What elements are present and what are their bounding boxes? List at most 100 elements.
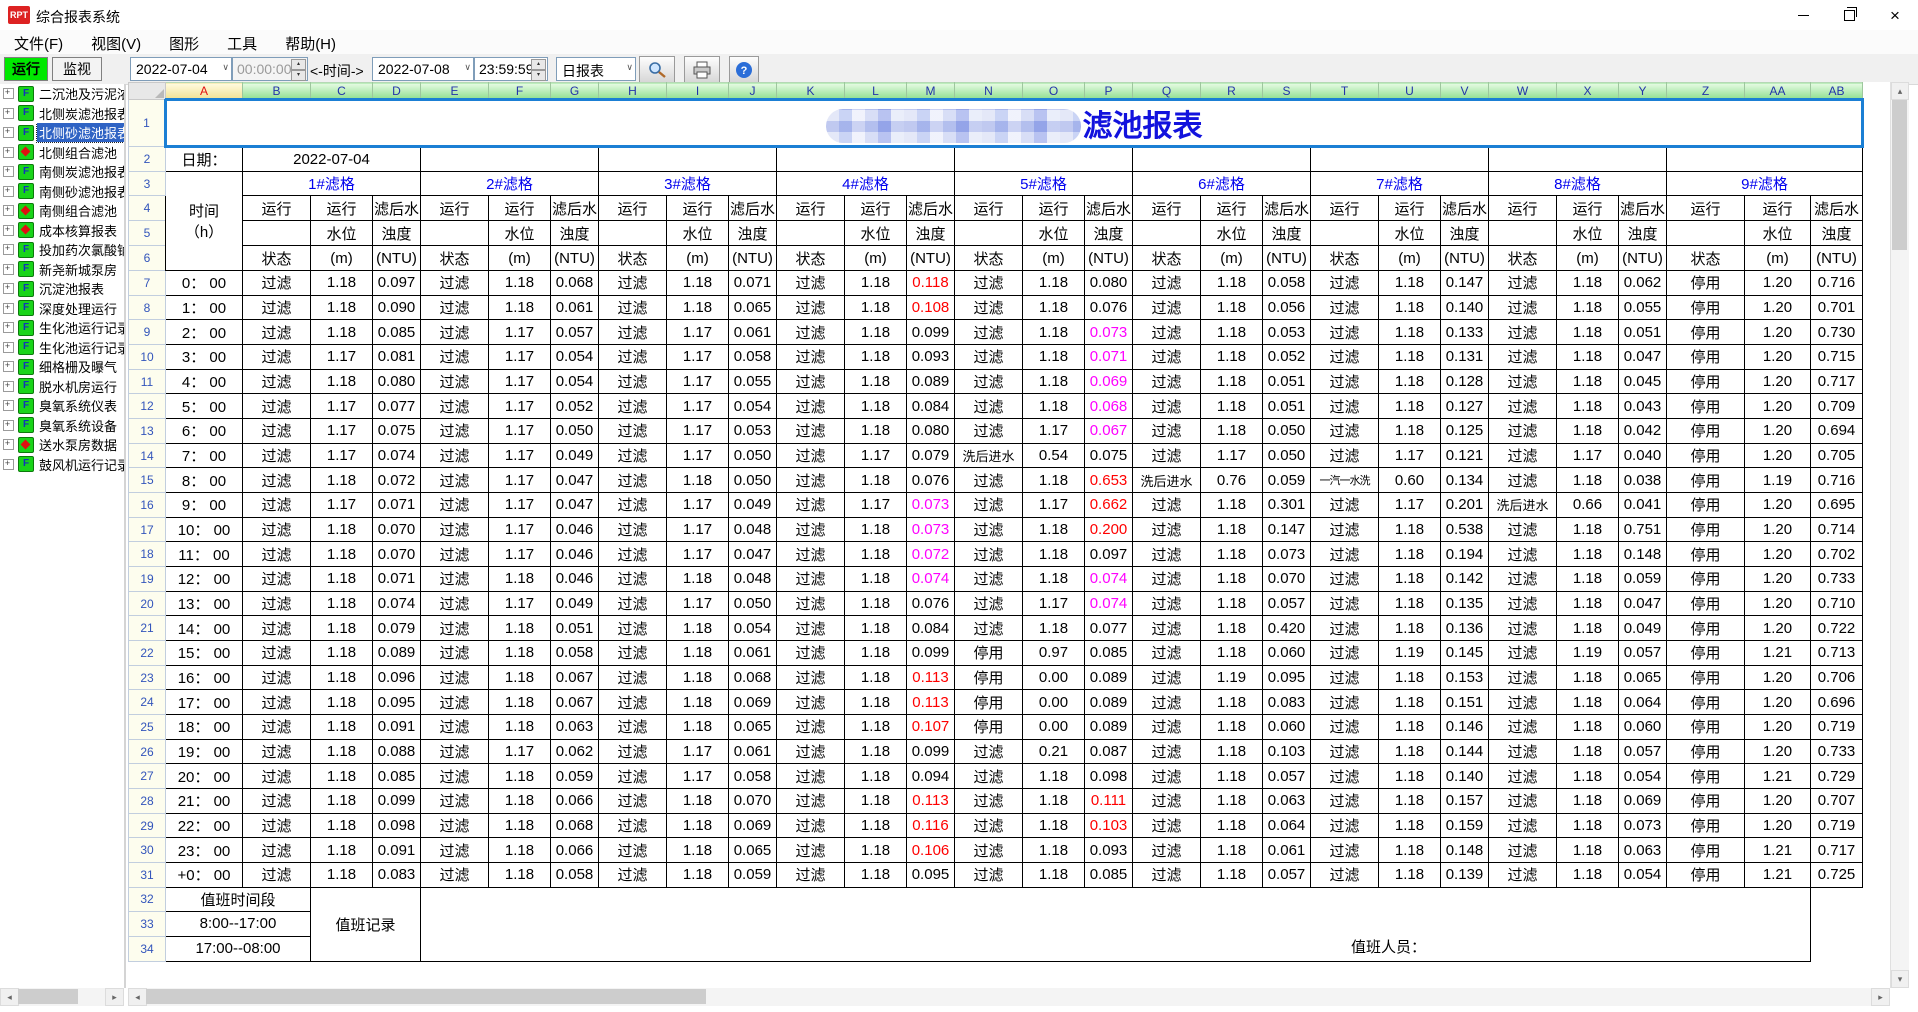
turbidity-cell[interactable]: 0.118	[907, 271, 955, 296]
status-cell[interactable]: 过滤	[421, 616, 489, 641]
status-cell[interactable]: 过滤	[1133, 493, 1201, 518]
water-level-cell[interactable]: 1.18	[845, 567, 907, 592]
water-level-cell[interactable]: 0.97	[1023, 641, 1085, 666]
status-cell[interactable]: 过滤	[777, 542, 845, 567]
status-cell[interactable]: 过滤	[243, 715, 311, 740]
turbidity-cell[interactable]: 0.069	[1619, 789, 1667, 814]
turbidity-cell[interactable]: 0.075	[373, 419, 421, 444]
water-level-cell[interactable]: 1.18	[1557, 715, 1619, 740]
turbidity-cell[interactable]: 0.064	[1263, 813, 1311, 838]
water-level-cell[interactable]: 1.20	[1745, 271, 1811, 296]
turbidity-cell[interactable]: 0.131	[1441, 345, 1489, 370]
status-cell[interactable]: 一汽一水洗	[1311, 468, 1379, 493]
turbidity-cell[interactable]: 0.057	[1619, 641, 1667, 666]
status-cell[interactable]: 过滤	[243, 320, 311, 345]
status-cell[interactable]: 停用	[1667, 789, 1745, 814]
row-number[interactable]: 5	[129, 221, 166, 246]
turbidity-cell[interactable]: 0.053	[1263, 320, 1311, 345]
water-level-cell[interactable]: 1.18	[311, 863, 373, 888]
turbidity-cell[interactable]: 0.054	[1619, 863, 1667, 888]
column-letter-U[interactable]: U	[1379, 83, 1441, 100]
status-cell[interactable]: 过滤	[1133, 813, 1201, 838]
turbidity-cell[interactable]: 0.077	[373, 394, 421, 419]
water-level-cell[interactable]: 1.17	[845, 443, 907, 468]
expand-plus-icon[interactable]	[3, 322, 14, 333]
status-cell[interactable]: 过滤	[599, 517, 667, 542]
tree-item-17[interactable]: F臭氧系统设备	[0, 416, 124, 436]
turbidity-cell[interactable]: 0.046	[551, 567, 599, 592]
turbidity-cell[interactable]: 0.097	[1085, 542, 1133, 567]
status-cell[interactable]: 过滤	[777, 764, 845, 789]
status-cell[interactable]: 过滤	[1311, 665, 1379, 690]
turbidity-cell[interactable]: 0.051	[1263, 369, 1311, 394]
sub-header-cell[interactable]: (NTU)	[907, 246, 955, 271]
turbidity-cell[interactable]: 0.717	[1811, 838, 1863, 863]
status-cell[interactable]: 过滤	[243, 517, 311, 542]
water-level-cell[interactable]: 1.18	[311, 789, 373, 814]
turbidity-cell[interactable]: 0.050	[1263, 443, 1311, 468]
column-letter-V[interactable]: V	[1441, 83, 1489, 100]
turbidity-cell[interactable]: 0.046	[551, 517, 599, 542]
water-level-cell[interactable]: 1.21	[1745, 863, 1811, 888]
water-level-cell[interactable]: 1.18	[489, 715, 551, 740]
water-level-cell[interactable]: 1.17	[489, 419, 551, 444]
status-cell[interactable]: 过滤	[1133, 715, 1201, 740]
turbidity-cell[interactable]: 0.071	[729, 271, 777, 296]
turbidity-cell[interactable]: 0.071	[1085, 345, 1133, 370]
date-from-combobox[interactable]: 2022-07-04 ∨	[130, 57, 232, 81]
turbidity-cell[interactable]: 0.073	[1085, 320, 1133, 345]
water-level-cell[interactable]: 1.18	[1379, 789, 1441, 814]
water-level-cell[interactable]: 1.20	[1745, 443, 1811, 468]
time-cell[interactable]: 11： 00	[166, 542, 243, 567]
water-level-cell[interactable]: 1.20	[1745, 320, 1811, 345]
status-cell[interactable]: 停用	[1667, 591, 1745, 616]
water-level-cell[interactable]: 1.18	[845, 739, 907, 764]
turbidity-cell[interactable]: 0.709	[1811, 394, 1863, 419]
turbidity-cell[interactable]: 0.051	[1619, 320, 1667, 345]
water-level-cell[interactable]: 1.18	[667, 813, 729, 838]
water-level-cell[interactable]: 1.18	[1023, 345, 1085, 370]
turbidity-cell[interactable]: 0.070	[373, 542, 421, 567]
status-cell[interactable]: 洗后进水	[1489, 493, 1557, 518]
status-cell[interactable]: 过滤	[777, 419, 845, 444]
scroll-right-icon[interactable]: ▸	[1871, 988, 1890, 1006]
water-level-cell[interactable]: 1.20	[1745, 715, 1811, 740]
empty-cell[interactable]	[1311, 147, 1489, 172]
water-level-cell[interactable]: 1.18	[845, 764, 907, 789]
turbidity-cell[interactable]: 0.707	[1811, 789, 1863, 814]
turbidity-cell[interactable]: 0.091	[373, 838, 421, 863]
status-cell[interactable]: 过滤	[955, 345, 1023, 370]
status-cell[interactable]: 洗后进水	[955, 443, 1023, 468]
water-level-cell[interactable]: 1.17	[311, 394, 373, 419]
row-number[interactable]: 32	[129, 887, 166, 911]
filter-group-header-8[interactable]: 8#滤格	[1489, 172, 1667, 196]
row-number[interactable]: 21	[129, 616, 166, 641]
row-number[interactable]: 34	[129, 936, 166, 961]
turbidity-cell[interactable]: 0.072	[907, 542, 955, 567]
status-cell[interactable]: 过滤	[777, 665, 845, 690]
filter-group-header-4[interactable]: 4#滤格	[777, 172, 955, 196]
water-level-cell[interactable]: 1.17	[667, 517, 729, 542]
turbidity-cell[interactable]: 0.063	[551, 715, 599, 740]
turbidity-cell[interactable]: 0.147	[1263, 517, 1311, 542]
water-level-cell[interactable]: 1.18	[1023, 567, 1085, 592]
status-cell[interactable]: 过滤	[1133, 394, 1201, 419]
time-cell[interactable]: 7： 00	[166, 443, 243, 468]
water-level-cell[interactable]: 1.18	[1201, 493, 1263, 518]
turbidity-cell[interactable]: 0.695	[1811, 493, 1863, 518]
turbidity-cell[interactable]: 0.095	[907, 863, 955, 888]
water-level-cell[interactable]: 1.18	[489, 665, 551, 690]
turbidity-cell[interactable]: 0.099	[907, 641, 955, 666]
water-level-cell[interactable]: 1.18	[1557, 739, 1619, 764]
tree-item-9[interactable]: F新尧新城泵房	[0, 260, 124, 280]
sub-header-cell[interactable]: 滤后水	[729, 196, 777, 221]
water-level-cell[interactable]: 1.20	[1745, 616, 1811, 641]
water-level-cell[interactable]: 1.18	[1557, 295, 1619, 320]
turbidity-cell[interactable]: 0.147	[1441, 271, 1489, 296]
water-level-cell[interactable]: 1.18	[845, 616, 907, 641]
water-level-cell[interactable]: 1.19	[1201, 665, 1263, 690]
status-cell[interactable]: 过滤	[1133, 789, 1201, 814]
status-cell[interactable]: 过滤	[777, 468, 845, 493]
water-level-cell[interactable]: 1.18	[1379, 690, 1441, 715]
menu-item-0[interactable]: 文件(F)	[0, 30, 77, 57]
